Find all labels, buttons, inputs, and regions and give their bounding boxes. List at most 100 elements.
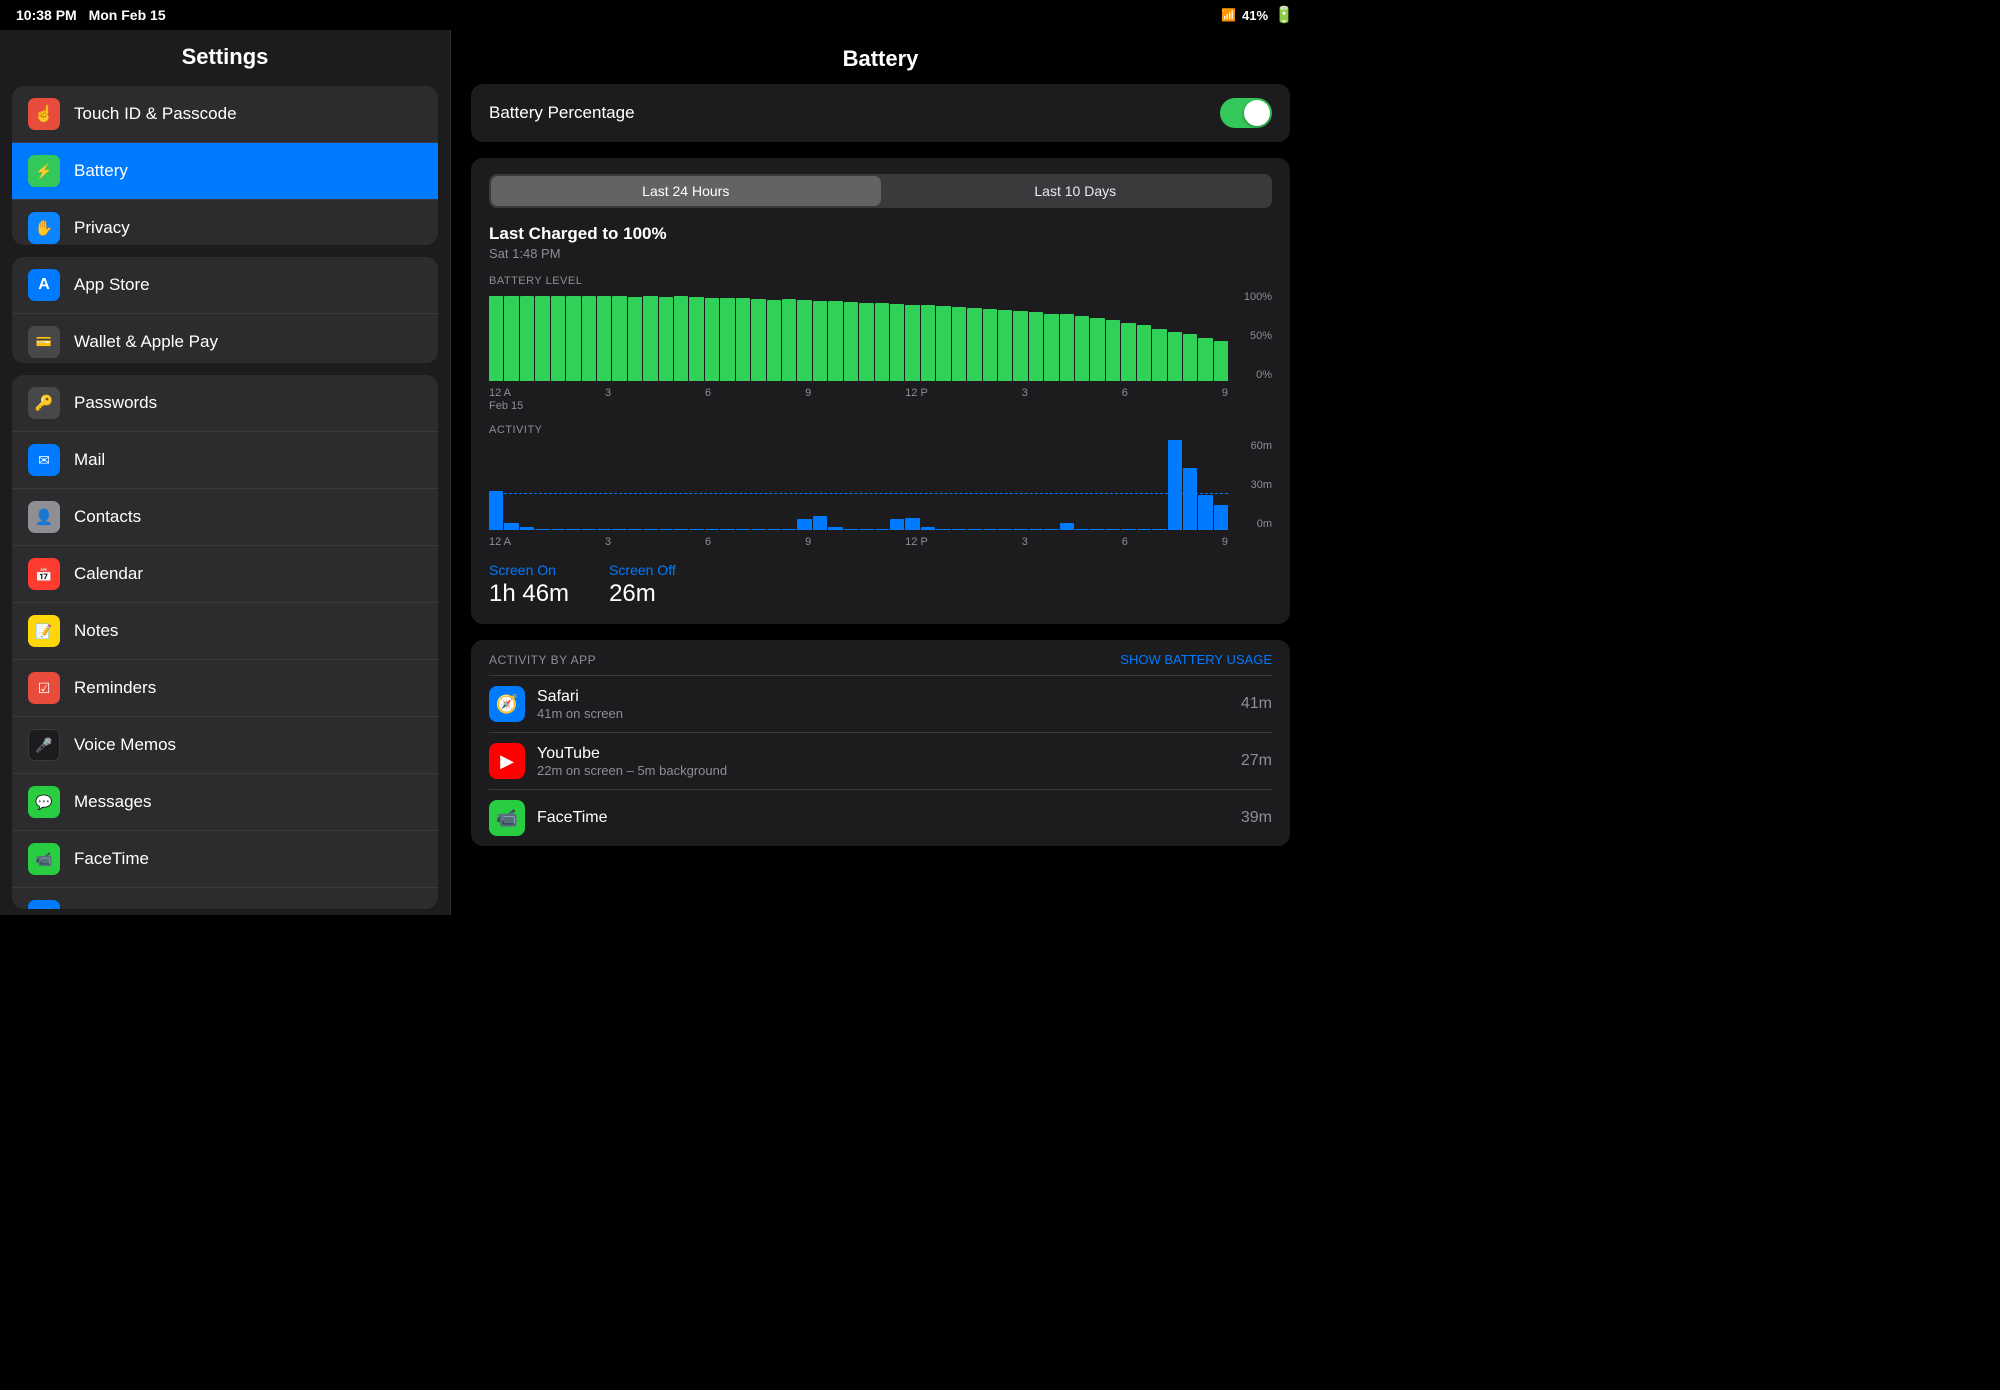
app-row[interactable]: 🧭Safari41m on screen41m xyxy=(489,676,1272,733)
activity-y-labels: 60m 30m 0m xyxy=(1232,440,1272,530)
battery-bar xyxy=(813,301,827,381)
app-detail: 22m on screen – 5m background xyxy=(537,763,1229,778)
battery-chart-area: 100% 50% 0% xyxy=(489,291,1272,381)
activity-bar xyxy=(535,529,549,530)
activity-bar xyxy=(720,529,734,530)
tab-24h[interactable]: Last 24 Hours xyxy=(491,176,881,206)
sidebar-item-label-touch-id: Touch ID & Passcode xyxy=(74,104,237,124)
activity-bar xyxy=(566,529,580,530)
sidebar-item-facetime[interactable]: 📹 FaceTime xyxy=(12,831,438,888)
sidebar-item-reminders[interactable]: ☑ Reminders xyxy=(12,660,438,717)
battery-percent: 41% xyxy=(1242,8,1268,23)
app-info: YouTube22m on screen – 5m background xyxy=(537,745,1229,778)
sidebar-item-mail[interactable]: ✉ Mail xyxy=(12,432,438,489)
activity-bar xyxy=(983,529,997,530)
activity-by-app-label: ACTIVITY BY APP xyxy=(489,653,596,667)
calendar-icon: 📅 xyxy=(28,558,60,590)
activity-x-labels: 12 A 3 6 9 12 P 3 6 9 xyxy=(489,536,1272,548)
activity-bar xyxy=(936,529,950,530)
sidebar-item-contacts[interactable]: 👤 Contacts xyxy=(12,489,438,546)
battery-bar xyxy=(566,296,580,381)
activity-bar xyxy=(1121,529,1135,530)
activity-bar xyxy=(689,529,703,530)
tab-10d[interactable]: Last 10 Days xyxy=(881,176,1271,206)
app-info: FaceTime xyxy=(537,809,1229,827)
activity-bar xyxy=(828,527,842,530)
screen-on-stat: Screen On 1h 46m xyxy=(489,562,569,608)
activity-bar xyxy=(1029,529,1043,530)
activity-bar xyxy=(844,529,858,530)
sidebar-item-label-passwords: Passwords xyxy=(74,393,157,413)
app-row[interactable]: 📹FaceTime39m xyxy=(489,790,1272,846)
screen-stats: Screen On 1h 46m Screen Off 26m xyxy=(489,562,1272,608)
sidebar-item-notes[interactable]: 📝 Notes xyxy=(12,603,438,660)
activity-bar xyxy=(921,527,935,530)
sidebar-item-safari[interactable]: 🧭 Safari xyxy=(12,888,438,909)
battery-bar xyxy=(551,296,565,382)
activity-bar xyxy=(890,519,904,530)
activity-bar xyxy=(582,529,596,530)
activity-bar xyxy=(875,529,889,530)
sidebar-section-3: 🔑 Passwords ✉ Mail 👤 Contacts 📅 xyxy=(12,375,438,909)
content-title: Battery xyxy=(451,30,1310,84)
activity-bar xyxy=(998,529,1012,530)
battery-y-0: 0% xyxy=(1232,369,1272,381)
show-battery-usage-button[interactable]: SHOW BATTERY USAGE xyxy=(1120,652,1272,667)
sidebar-item-label-reminders: Reminders xyxy=(74,678,156,698)
app-rows-container: 🧭Safari41m on screen41m▶YouTube22m on sc… xyxy=(489,676,1272,846)
battery-bar xyxy=(844,302,858,381)
status-right: 📶 41% 🔋 xyxy=(1221,5,1294,25)
sidebar-item-messages[interactable]: 💬 Messages xyxy=(12,774,438,831)
battery-nav-icon: ⚡ xyxy=(28,155,60,187)
battery-bar xyxy=(782,299,796,381)
activity-bar xyxy=(659,529,673,530)
activity-bar xyxy=(751,529,765,530)
battery-bar xyxy=(1106,320,1120,381)
status-time-date: 10:38 PM Mon Feb 15 xyxy=(16,7,166,23)
sidebar-item-app-store[interactable]: A App Store xyxy=(12,257,438,314)
activity-by-app-section: ACTIVITY BY APP SHOW BATTERY USAGE 🧭Safa… xyxy=(471,640,1290,846)
battery-bar xyxy=(489,296,503,382)
battery-percentage-label: Battery Percentage xyxy=(489,103,635,123)
battery-bar xyxy=(1075,316,1089,381)
sidebar-item-label-privacy: Privacy xyxy=(74,218,130,238)
app-time: 27m xyxy=(1241,752,1272,770)
toggle-knob xyxy=(1244,100,1270,126)
status-time: 10:38 PM xyxy=(16,7,77,23)
time-tab-selector: Last 24 Hours Last 10 Days xyxy=(489,174,1272,208)
sidebar-item-privacy[interactable]: ✋ Privacy xyxy=(12,200,438,245)
battery-bar xyxy=(859,303,873,381)
app-name: FaceTime xyxy=(537,809,1229,827)
touch-id-icon: ☝ xyxy=(28,98,60,130)
sidebar-item-passwords[interactable]: 🔑 Passwords xyxy=(12,375,438,432)
battery-bars-container xyxy=(489,291,1228,381)
activity-bar xyxy=(967,529,981,530)
sidebar-item-battery[interactable]: ⚡ Battery xyxy=(12,143,438,200)
sidebar-item-label-facetime: FaceTime xyxy=(74,849,149,869)
battery-bar xyxy=(1121,323,1135,382)
sidebar-item-calendar[interactable]: 📅 Calendar xyxy=(12,546,438,603)
activity-bar xyxy=(1044,529,1058,530)
sidebar-section-1: ☝ Touch ID & Passcode ⚡ Battery ✋ Privac… xyxy=(12,86,438,245)
battery-percentage-toggle[interactable] xyxy=(1220,98,1272,128)
battery-bar xyxy=(936,306,950,381)
app-name: YouTube xyxy=(537,745,1229,763)
battery-bar xyxy=(1168,332,1182,381)
messages-icon: 💬 xyxy=(28,786,60,818)
sidebar-item-label-mail: Mail xyxy=(74,450,105,470)
activity-bar xyxy=(643,529,657,530)
last-charged: Last Charged to 100% Sat 1:48 PM xyxy=(489,224,1272,261)
sidebar: Settings ☝ Touch ID & Passcode ⚡ Battery… xyxy=(0,30,450,915)
battery-bar xyxy=(952,307,966,381)
activity-bar xyxy=(1183,468,1197,530)
app-store-icon: A xyxy=(28,269,60,301)
sidebar-item-touch-id[interactable]: ☝ Touch ID & Passcode xyxy=(12,86,438,143)
app-row[interactable]: ▶YouTube22m on screen – 5m background27m xyxy=(489,733,1272,790)
battery-y-labels: 100% 50% 0% xyxy=(1232,291,1272,381)
sidebar-item-voice-memos[interactable]: 🎤 Voice Memos xyxy=(12,717,438,774)
screen-off-label: Screen Off xyxy=(609,562,676,578)
status-bar: 10:38 PM Mon Feb 15 📶 41% 🔋 xyxy=(0,0,1310,30)
activity-bar xyxy=(813,516,827,530)
battery-bar xyxy=(520,296,534,382)
sidebar-item-wallet[interactable]: 💳 Wallet & Apple Pay xyxy=(12,314,438,363)
